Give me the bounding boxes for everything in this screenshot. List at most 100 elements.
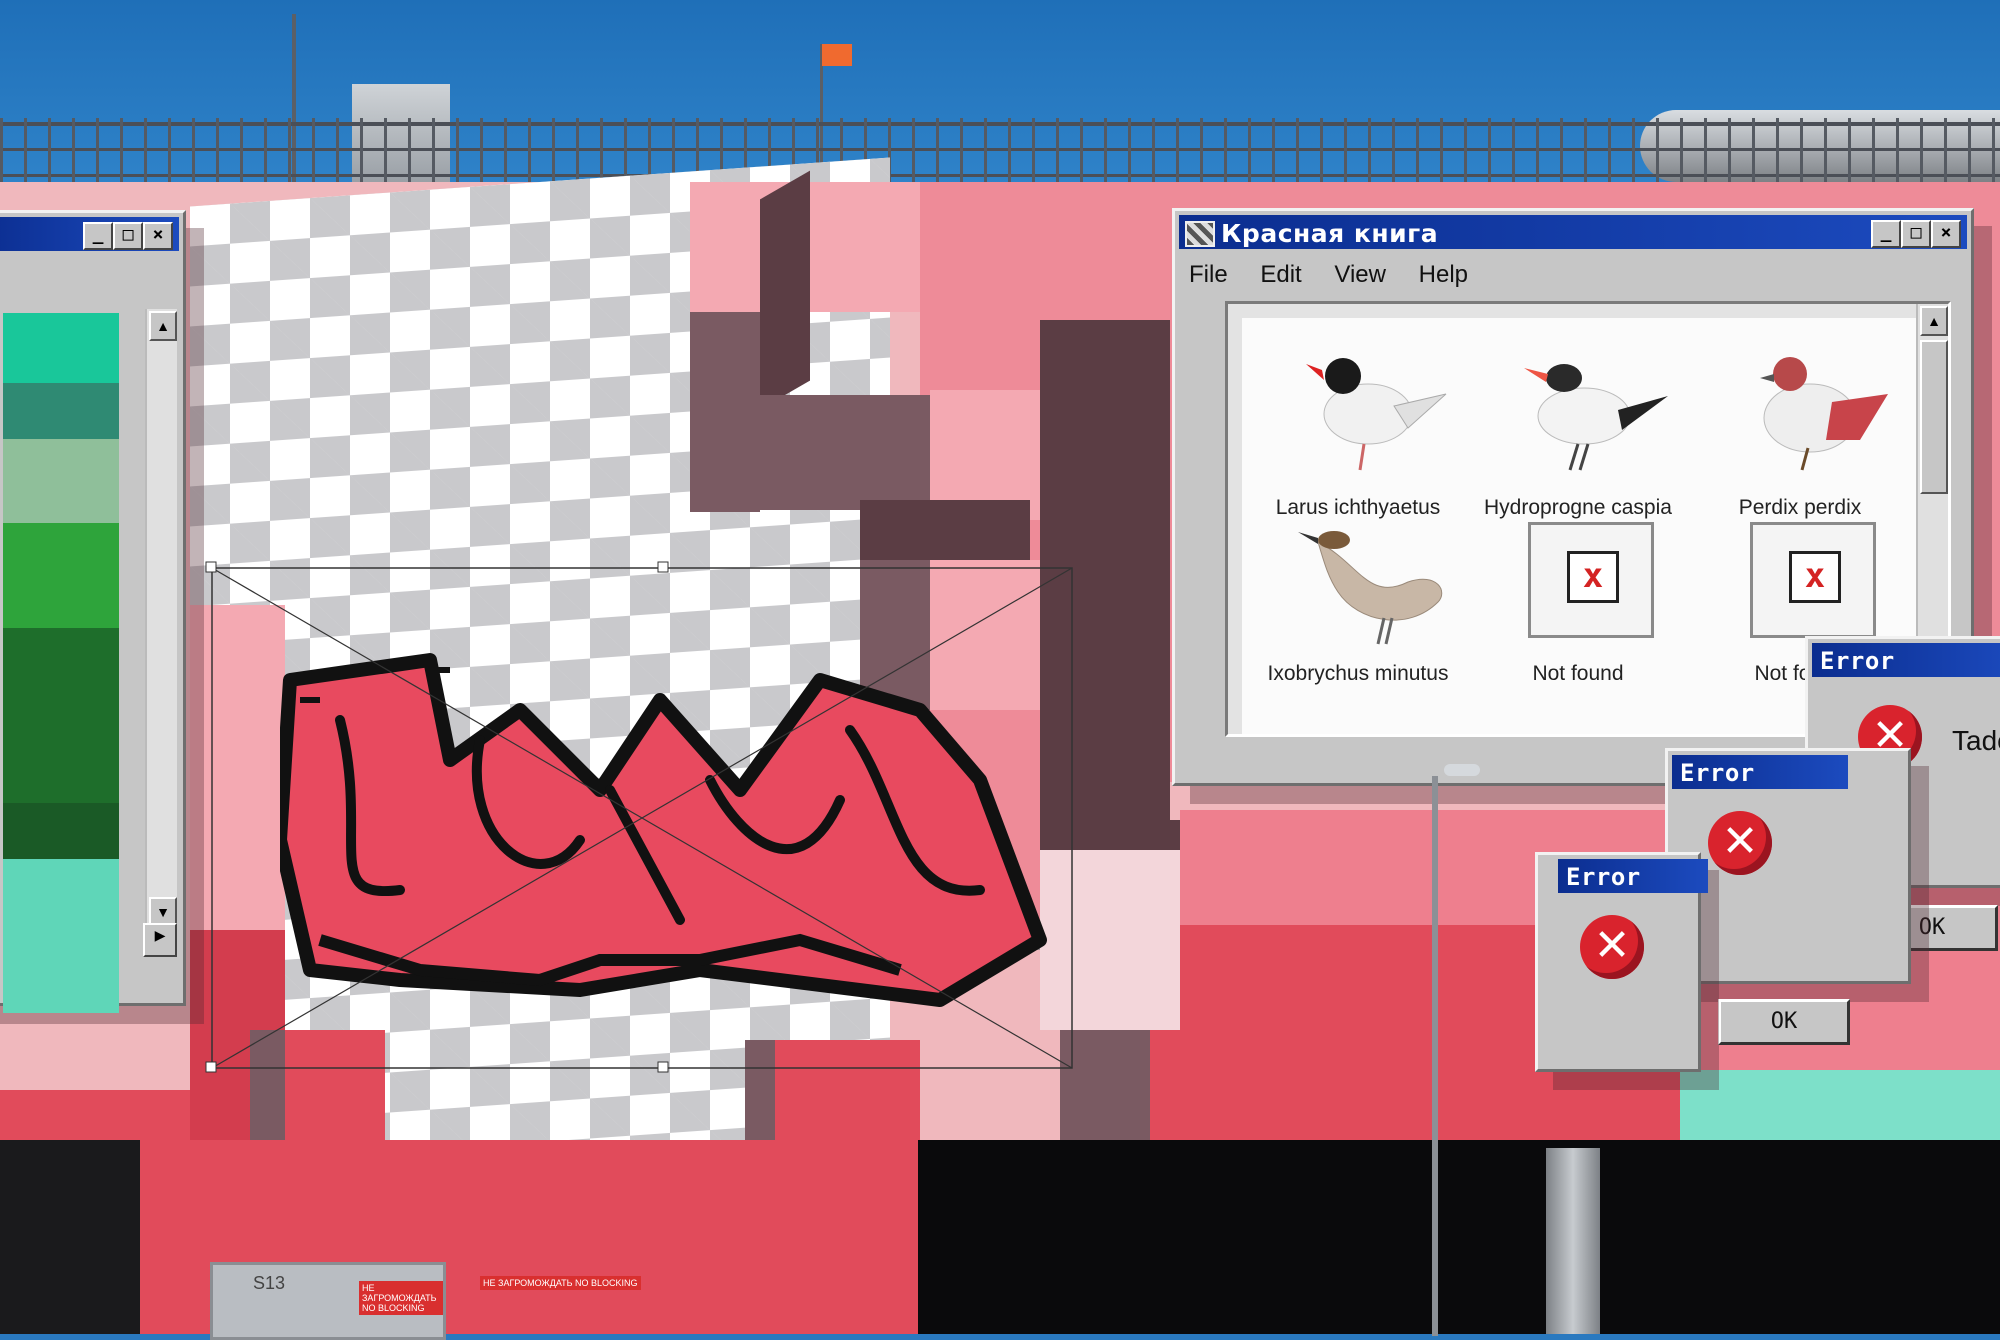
railing-post — [1248, 118, 1251, 182]
railing-post — [1680, 118, 1683, 182]
railing-post — [1464, 118, 1467, 182]
no-blocking-sign: НЕ ЗАГРОМОЖДАТЬ NO BLOCKING — [359, 1281, 443, 1315]
railing-post — [1944, 118, 1947, 182]
maximize-button[interactable]: □ — [113, 222, 143, 250]
close-button[interactable]: × — [143, 222, 173, 250]
railing-post — [360, 118, 363, 182]
railing-post — [456, 118, 459, 182]
menu-bar: File Edit View Help — [1189, 261, 1494, 295]
railing-post — [1272, 118, 1275, 182]
bollard-pole — [1546, 1148, 1600, 1334]
railing-post — [168, 118, 171, 182]
left-opening — [0, 1140, 140, 1334]
scroll-right-arrow-icon[interactable]: ▶ — [143, 923, 177, 957]
scroll-up-arrow-icon[interactable]: ▲ — [149, 311, 177, 341]
railing-post — [1584, 118, 1587, 182]
caspian-tern-icon — [1524, 364, 1668, 471]
ok-button[interactable]: OK — [1718, 999, 1850, 1045]
railing-post — [1536, 118, 1539, 182]
railing-post — [1872, 118, 1875, 182]
broken-image-icon: x — [1528, 522, 1654, 638]
railing-post — [1728, 118, 1731, 182]
scroll-thumb[interactable] — [1920, 340, 1948, 494]
railing-post — [1776, 118, 1779, 182]
species-label: Not found — [1532, 662, 1624, 685]
railing-post — [1632, 118, 1635, 182]
railing-post — [96, 118, 99, 182]
menu-edit[interactable]: Edit — [1260, 261, 1301, 289]
menu-help[interactable]: Help — [1419, 261, 1468, 289]
railing-post — [984, 118, 987, 182]
railing-post — [1848, 118, 1851, 182]
railing-post — [1296, 118, 1299, 182]
pixel-block-shadow — [760, 170, 810, 410]
railing-post — [1920, 118, 1923, 182]
railing-post — [1608, 118, 1611, 182]
railing-post — [600, 118, 603, 182]
railing-post — [240, 118, 243, 182]
railing-post — [1008, 118, 1011, 182]
railing-post — [1656, 118, 1659, 182]
no-blocking-sign: НЕ ЗАГРОМОЖДАТЬ NO BLOCKING — [480, 1276, 641, 1290]
railing-post — [1200, 118, 1203, 182]
railing-post — [1560, 118, 1563, 182]
railing-post — [1032, 118, 1035, 182]
error-title: Error — [1566, 863, 1641, 891]
minimize-button[interactable]: _ — [83, 222, 113, 250]
railing-post — [480, 118, 483, 182]
pixel-block-shadow — [690, 395, 930, 510]
railing-post — [192, 118, 195, 182]
error-message: Tade — [1952, 725, 2000, 756]
railing-post — [384, 118, 387, 182]
railing-post — [1992, 118, 1995, 182]
left-image-window: _ □ × ▲ ▼ ▶ — [0, 210, 186, 1013]
railing-post — [0, 118, 3, 182]
railing-post — [1416, 118, 1419, 182]
railing-post — [408, 118, 411, 182]
railing-post — [1176, 118, 1179, 182]
menu-view[interactable]: View — [1334, 261, 1386, 289]
roof-railing — [0, 118, 2000, 182]
error-titlebar: Error — [1812, 643, 2000, 677]
railing-post — [1104, 118, 1107, 182]
error-icon: ✕ — [1580, 915, 1644, 979]
left-window-scrollbar[interactable]: ▲ ▼ — [145, 309, 177, 929]
railing-post — [120, 118, 123, 182]
railing-post — [576, 118, 579, 182]
pixel-block-shadow — [860, 500, 1030, 560]
error-dialog: Error ✕ — [1535, 852, 1708, 1072]
railing-post — [912, 118, 915, 182]
railing-post — [552, 118, 555, 182]
street-lamp-head — [1444, 764, 1480, 776]
railing-post — [1056, 118, 1059, 182]
railing-post — [1440, 118, 1443, 182]
error-icon: ✕ — [1708, 811, 1772, 875]
railing-post — [1224, 118, 1227, 182]
railing-post — [1080, 118, 1083, 182]
railing-post — [144, 118, 147, 182]
railing-post — [336, 118, 339, 182]
little-bittern-icon — [1298, 531, 1443, 645]
species-label: Ixobrychus minutus — [1267, 662, 1449, 685]
maximize-button[interactable]: □ — [1901, 220, 1931, 248]
error-titlebar: Error — [1558, 859, 1708, 893]
railing-post — [1824, 118, 1827, 182]
service-door: S13 НЕ ЗАГРОМОЖДАТЬ NO BLOCKING — [210, 1262, 446, 1340]
railing-post — [504, 118, 507, 182]
close-button[interactable]: × — [1931, 220, 1961, 248]
railing-post — [1128, 118, 1131, 182]
railing-post — [960, 118, 963, 182]
railing-post — [432, 118, 435, 182]
railing-post — [648, 118, 651, 182]
menu-file[interactable]: File — [1189, 261, 1228, 289]
mint-band — [1680, 1070, 2000, 1140]
railing-post — [72, 118, 75, 182]
left-window-titlebar: _ □ × — [0, 217, 179, 251]
minimize-button[interactable]: _ — [1871, 220, 1901, 248]
broken-image-icon: x — [1750, 522, 1876, 638]
pixel-landscape-image — [3, 313, 119, 1013]
species-label: Larus ichthyaetus — [1275, 496, 1441, 519]
scroll-up-arrow-icon[interactable]: ▲ — [1920, 306, 1948, 336]
pixel-block — [0, 1090, 190, 1140]
railing-post — [1752, 118, 1755, 182]
